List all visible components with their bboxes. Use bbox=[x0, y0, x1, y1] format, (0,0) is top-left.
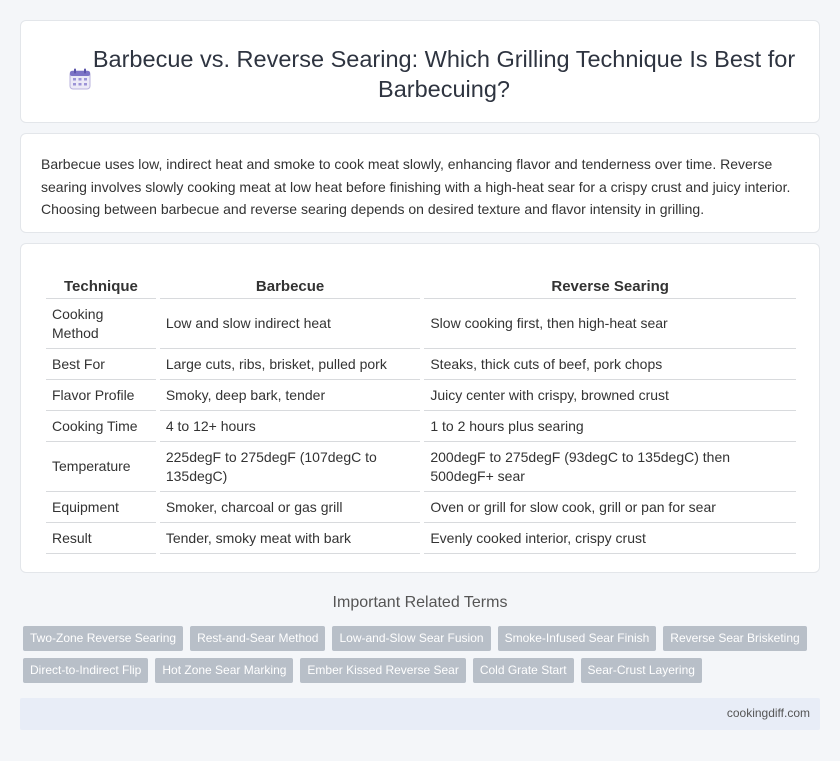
table-row: Cooking Method Low and slow indirect hea… bbox=[46, 299, 796, 349]
related-term-tag[interactable]: Hot Zone Sear Marking bbox=[155, 658, 294, 683]
related-term-tag[interactable]: Smoke-Infused Sear Finish bbox=[497, 626, 657, 651]
table-cell: Cooking Time bbox=[46, 411, 156, 442]
table-cell: Flavor Profile bbox=[46, 380, 156, 411]
related-term-tag[interactable]: Rest-and-Sear Method bbox=[190, 626, 326, 651]
related-terms-tags: Two-Zone Reverse Searing Rest-and-Sear M… bbox=[23, 626, 813, 690]
column-header-technique: Technique bbox=[46, 274, 156, 299]
table-row: Equipment Smoker, charcoal or gas grill … bbox=[46, 492, 796, 523]
tag-row: Direct-to-Indirect Flip Hot Zone Sear Ma… bbox=[23, 658, 813, 683]
table-cell: Tender, smoky meat with bark bbox=[159, 523, 421, 554]
intro-card: Barbecue uses low, indirect heat and smo… bbox=[20, 133, 820, 233]
table-cell: Low and slow indirect heat bbox=[159, 299, 421, 349]
title-card: Barbecue vs. Reverse Searing: Which Gril… bbox=[20, 20, 820, 123]
related-term-tag[interactable]: Low-and-Slow Sear Fusion bbox=[332, 626, 491, 651]
table-cell: 1 to 2 hours plus searing bbox=[424, 411, 796, 442]
related-term-tag[interactable]: Direct-to-Indirect Flip bbox=[23, 658, 149, 683]
page-title: Barbecue vs. Reverse Searing: Which Gril… bbox=[92, 46, 796, 102]
table-cell: Best For bbox=[46, 349, 156, 380]
table-cell: Oven or grill for slow cook, grill or pa… bbox=[424, 492, 796, 523]
related-term-tag[interactable]: Cold Grate Start bbox=[472, 658, 574, 683]
table-cell: Result bbox=[46, 523, 156, 554]
column-header-barbecue: Barbecue bbox=[159, 274, 421, 299]
table-cell: Slow cooking first, then high-heat sear bbox=[424, 299, 796, 349]
table-cell: Large cuts, ribs, brisket, pulled pork bbox=[159, 349, 421, 380]
table-cell: 200degF to 275degF (93degC to 135degC) t… bbox=[424, 442, 796, 492]
table-cell: Smoker, charcoal or gas grill bbox=[159, 492, 421, 523]
table-cell: Temperature bbox=[46, 442, 156, 492]
intro-paragraph: Barbecue uses low, indirect heat and smo… bbox=[41, 156, 791, 217]
related-term-tag[interactable]: Reverse Sear Brisketing bbox=[663, 626, 807, 651]
table-cell: 225degF to 275degF (107degC to 135degC) bbox=[159, 442, 421, 492]
table-cell: Juicy center with crispy, browned crust bbox=[424, 380, 796, 411]
column-header-reverse-searing: Reverse Searing bbox=[424, 274, 796, 299]
related-terms-heading: Important Related Terms bbox=[332, 594, 508, 611]
table-cell: Smoky, deep bark, tender bbox=[159, 380, 421, 411]
table-row: Result Tender, smoky meat with bark Even… bbox=[46, 523, 796, 554]
comparison-table-card: Technique Barbecue Reverse Searing Cooki… bbox=[20, 243, 820, 573]
table-header-row: Technique Barbecue Reverse Searing bbox=[46, 274, 796, 299]
footer-site-link[interactable]: cookingdiff.com bbox=[727, 706, 810, 720]
table-row: Best For Large cuts, ribs, brisket, pull… bbox=[46, 349, 796, 380]
table-row: Temperature 225degF to 275degF (107degC … bbox=[46, 442, 796, 492]
table-cell: 4 to 12+ hours bbox=[159, 411, 421, 442]
comparison-table: Technique Barbecue Reverse Searing Cooki… bbox=[42, 274, 800, 554]
table-cell: Evenly cooked interior, crispy crust bbox=[424, 523, 796, 554]
table-row: Cooking Time 4 to 12+ hours 1 to 2 hours… bbox=[46, 411, 796, 442]
table-cell: Equipment bbox=[46, 492, 156, 523]
tag-row: Two-Zone Reverse Searing Rest-and-Sear M… bbox=[23, 626, 813, 651]
footer-bar: cookingdiff.com bbox=[20, 698, 820, 730]
table-cell: Cooking Method bbox=[46, 299, 156, 349]
related-term-tag[interactable]: Ember Kissed Reverse Sear bbox=[300, 658, 466, 683]
table-cell: Steaks, thick cuts of beef, pork chops bbox=[424, 349, 796, 380]
related-term-tag[interactable]: Two-Zone Reverse Searing bbox=[23, 626, 184, 651]
table-row: Flavor Profile Smoky, deep bark, tender … bbox=[46, 380, 796, 411]
related-term-tag[interactable]: Sear-Crust Layering bbox=[580, 658, 702, 683]
